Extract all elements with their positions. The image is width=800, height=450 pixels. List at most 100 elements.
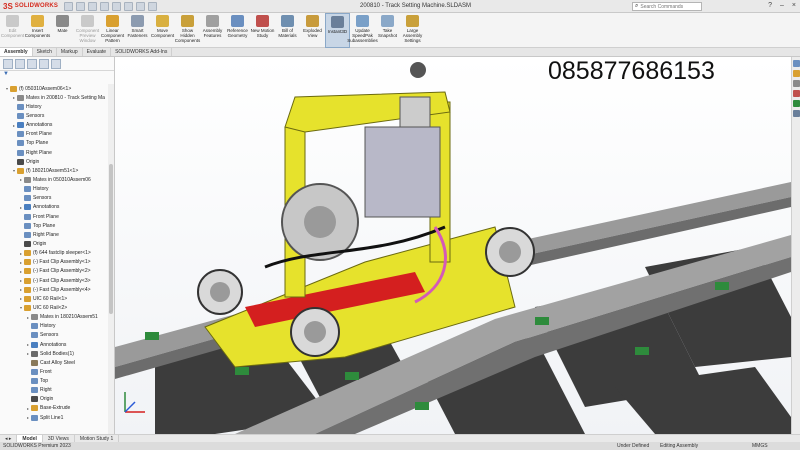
model-tab[interactable]: Model xyxy=(17,435,43,442)
tree-item[interactable]: Origin xyxy=(0,239,108,248)
tree-item[interactable]: History xyxy=(0,322,108,331)
tree-item[interactable]: ▸ (-) Fast Clip Assembly<4> xyxy=(0,285,108,294)
model-viewport[interactable] xyxy=(115,57,791,434)
close-icon[interactable]: × xyxy=(792,2,796,9)
print-icon[interactable] xyxy=(100,1,109,11)
ribbon-button[interactable]: Show Hidden Components xyxy=(175,13,200,48)
model-tab[interactable]: 3D Views xyxy=(43,435,75,442)
show-hidden-icon xyxy=(181,15,194,27)
tree-item[interactable]: ▸ Annotations xyxy=(0,340,108,349)
tree-item[interactable]: History xyxy=(0,185,108,194)
ribbon-button[interactable]: Insert Components xyxy=(25,13,50,48)
tree-item[interactable]: Right Plane xyxy=(0,148,108,157)
tree-item[interactable]: ▸ (-) Fast Clip Assembly<1> xyxy=(0,258,108,267)
command-tab[interactable]: Markup xyxy=(57,48,83,56)
configuration-manager-tab-icon[interactable] xyxy=(27,59,37,69)
options-icon[interactable] xyxy=(148,1,157,11)
scrollbar-thumb[interactable] xyxy=(109,164,113,314)
tree-item[interactable]: ▸ (f) 644 fastclip sleeper<1> xyxy=(0,249,108,258)
tree-item[interactable]: Origin xyxy=(0,395,108,404)
tree-item-label: Origin xyxy=(40,396,54,403)
tree-item[interactable]: ▸ (-) Fast Clip Assembly<2> xyxy=(0,267,108,276)
tree-scrollbar[interactable] xyxy=(108,84,114,434)
ribbon-button[interactable]: Component Preview Window xyxy=(75,13,100,48)
tree-item[interactable]: Top xyxy=(0,377,108,386)
command-tab[interactable]: Assembly xyxy=(0,48,33,56)
filter-icon[interactable]: ▼ xyxy=(0,71,114,80)
custom-properties-icon[interactable] xyxy=(793,110,800,117)
tree-item[interactable]: ▸ Solid Bodies(1) xyxy=(0,349,108,358)
select-icon[interactable] xyxy=(124,1,133,11)
ribbon-button[interactable]: Linear Component Pattern xyxy=(100,13,125,48)
app-logo[interactable]: 3S SOLIDWORKS xyxy=(0,2,60,11)
model-tab[interactable]: Motion Study 1 xyxy=(75,435,120,442)
tree-item[interactable]: Sensors xyxy=(0,331,108,340)
property-manager-tab-icon[interactable] xyxy=(15,59,25,69)
command-tab[interactable]: Sketch xyxy=(33,48,57,56)
save-icon[interactable] xyxy=(88,1,97,11)
tree-item[interactable]: Top Plane xyxy=(0,221,108,230)
tree-item[interactable]: History xyxy=(0,102,108,111)
tree-item[interactable]: ▸ Base-Extrude xyxy=(0,404,108,413)
new-file-icon[interactable] xyxy=(64,1,73,11)
graphics-area[interactable]: 085877686153 xyxy=(115,57,791,434)
tree-item[interactable]: Front xyxy=(0,367,108,376)
feature-manager-tab-icon[interactable] xyxy=(3,59,13,69)
ribbon-button[interactable]: Update SpeedPak Subassemblies xyxy=(347,13,378,48)
resources-icon[interactable] xyxy=(793,60,800,67)
tree-item[interactable]: Sensors xyxy=(0,111,108,120)
command-tab[interactable]: Evaluate xyxy=(83,48,112,56)
tree-item[interactable]: Front Plane xyxy=(0,212,108,221)
ribbon-button[interactable]: Large Assembly Settings xyxy=(400,13,425,48)
tree-item[interactable]: ▸ Annotations xyxy=(0,203,108,212)
ribbon-button[interactable]: Take Snapshot xyxy=(375,13,400,48)
tree-item[interactable]: Origin xyxy=(0,157,108,166)
status-units[interactable]: MMGS xyxy=(752,443,768,449)
search-box[interactable]: ⌕ xyxy=(632,2,702,11)
ribbon-button[interactable]: Edit Component xyxy=(0,13,25,48)
undo-icon[interactable] xyxy=(112,1,121,11)
display-manager-tab-icon[interactable] xyxy=(51,59,61,69)
tree-item[interactable]: ▸ Mates in 200810 - Track Setting Ma xyxy=(0,93,108,102)
tree-item[interactable]: ▾ UIC 60 Rail<2> xyxy=(0,303,108,312)
tree-item[interactable]: Sensors xyxy=(0,194,108,203)
tree-item[interactable]: Cast Alloy Steel xyxy=(0,358,108,367)
ribbon-button[interactable]: Smart Fasteners xyxy=(125,13,150,48)
track-setting-machine[interactable] xyxy=(197,62,535,368)
tree-item[interactable]: Top Plane xyxy=(0,139,108,148)
tree-item[interactable]: Right xyxy=(0,386,108,395)
tree-item[interactable]: ▸ Mates in 180210Assem51 xyxy=(0,313,108,322)
tree-item[interactable]: ▾ (f) 050310Assem06<1> xyxy=(0,84,108,93)
tree-item[interactable]: ▸ Mates in 050310Assem06 xyxy=(0,175,108,184)
command-tab[interactable]: SOLIDWORKS Add-Ins xyxy=(111,48,173,56)
ribbon-button[interactable]: Mate xyxy=(50,13,75,48)
ribbon-button[interactable]: Bill of Materials xyxy=(275,13,300,48)
open-file-icon[interactable] xyxy=(76,1,85,11)
tree-item[interactable]: ▸ Split Line1 xyxy=(0,413,108,422)
ribbon-button[interactable]: Exploded View xyxy=(300,13,325,48)
tree-item[interactable]: Right Plane xyxy=(0,230,108,239)
minimize-icon[interactable]: – xyxy=(780,2,784,9)
tab-scroll-arrows-icon[interactable]: ◂ ▸ xyxy=(0,435,18,442)
ribbon-button-label: Assembly Features xyxy=(202,28,223,38)
tree-item-label: (f) 644 fastclip sleeper<1> xyxy=(33,250,91,257)
search-input[interactable] xyxy=(640,3,701,10)
ribbon-button[interactable]: Assembly Features xyxy=(200,13,225,48)
ribbon-button[interactable]: Move Component xyxy=(150,13,175,48)
help-icon[interactable]: ? xyxy=(768,2,772,9)
tree-item[interactable]: ▸ UIC 60 Rail<1> xyxy=(0,294,108,303)
design-library-icon[interactable] xyxy=(793,70,800,77)
tree-item[interactable]: ▸ (-) Fast Clip Assembly<3> xyxy=(0,276,108,285)
view-palette-icon[interactable] xyxy=(793,90,800,97)
appearances-icon[interactable] xyxy=(793,100,800,107)
file-explorer-icon[interactable] xyxy=(793,80,800,87)
insert-components-icon xyxy=(31,15,44,27)
tree-item[interactable]: Front Plane xyxy=(0,130,108,139)
tree-item[interactable]: ▸ Annotations xyxy=(0,121,108,130)
ribbon-button[interactable]: Instant3D xyxy=(325,13,350,48)
ribbon-button[interactable]: Reference Geometry xyxy=(225,13,250,48)
tree-item[interactable]: ▾ (f) 180210Assem51<1> xyxy=(0,166,108,175)
dimxpert-tab-icon[interactable] xyxy=(39,59,49,69)
ribbon-button[interactable]: New Motion Study xyxy=(250,13,275,48)
rebuild-icon[interactable] xyxy=(136,1,145,11)
